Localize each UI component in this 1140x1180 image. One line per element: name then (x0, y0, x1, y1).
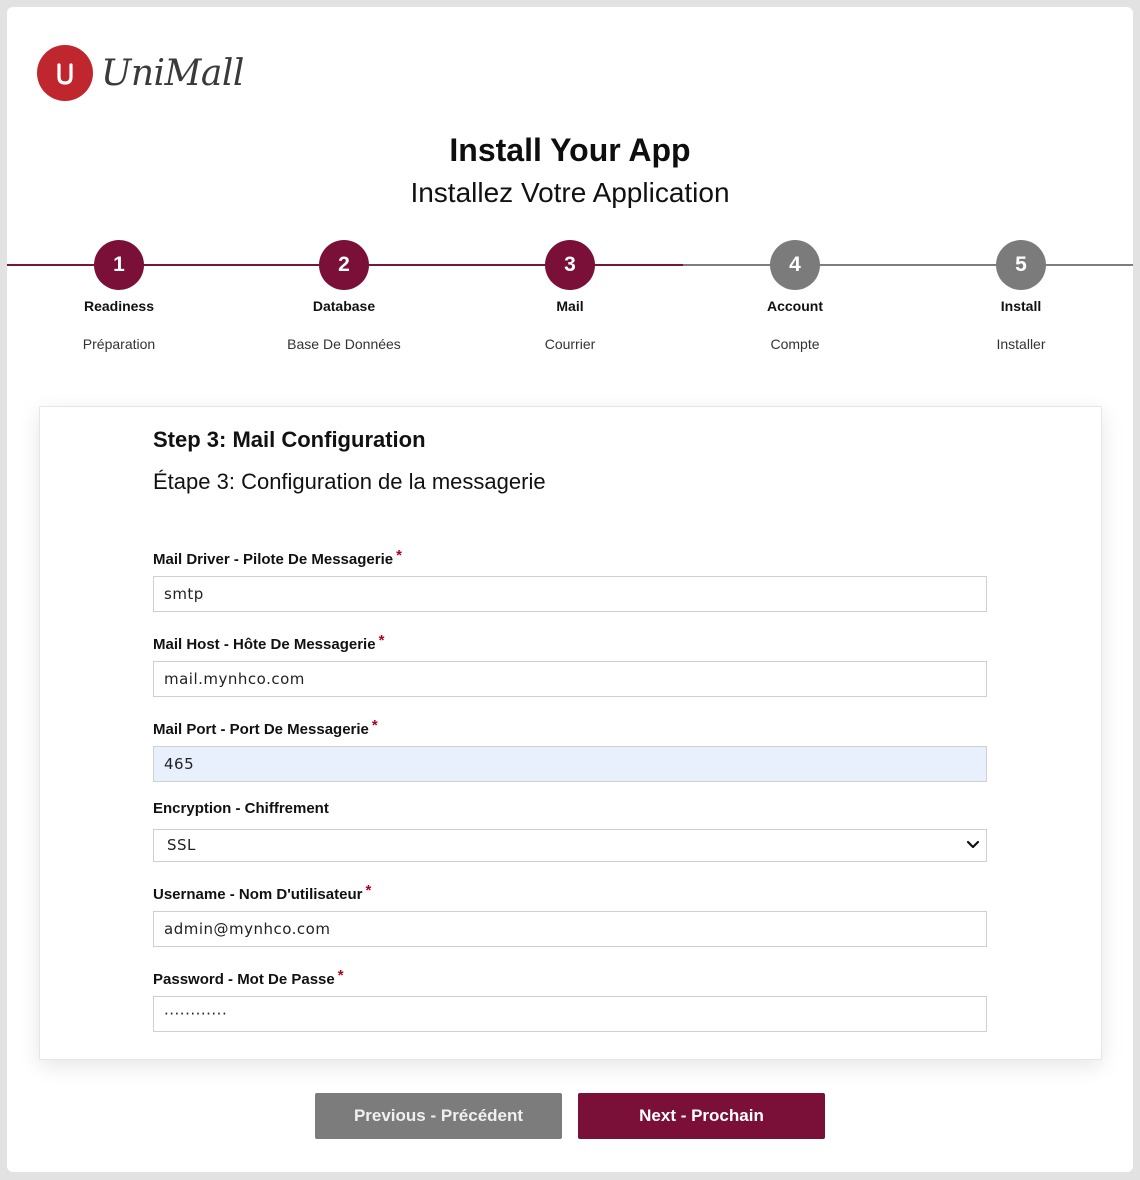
mail-host-field: Mail Host - Hôte De Messagerie * mail.myn… (153, 632, 987, 697)
encryption-selected-value: SSL (167, 836, 196, 854)
page-subtitle: Installez Votre Application (410, 177, 730, 208)
unimall-logo-icon (37, 45, 93, 101)
step-label: Account (767, 298, 823, 314)
required-marker: * (378, 632, 385, 649)
step-label: Mail (556, 298, 584, 314)
step-sublabel: Préparation (82, 336, 156, 352)
mail-port-input[interactable]: 465 (153, 746, 987, 782)
card-title: Step 3: Mail Configuration (153, 427, 426, 452)
step-readiness: 1 Readiness Préparation (29, 240, 209, 352)
step-database: 2 Database Base De Données (254, 240, 434, 352)
chevron-down-icon (966, 840, 980, 849)
field-label: Username - Nom D'utilisateur * (153, 882, 987, 903)
required-marker: * (396, 547, 402, 564)
step-sublabel: Courrier (544, 336, 596, 352)
step-install: 5 Install Installer (931, 240, 1111, 352)
username-field: Username - Nom D'utilisateur * admin@mynh… (153, 882, 987, 947)
page-title: Install Your App (449, 132, 691, 168)
mail-port-field: Mail Port - Port De Messagerie * 465 (153, 717, 987, 782)
step-number-badge: 3 (545, 240, 595, 290)
next-button[interactable]: Next - Prochain (578, 1093, 825, 1139)
step-account: 4 Account Compte (705, 240, 885, 352)
install-page: UniMall Install Your App Installez Votre… (7, 7, 1133, 1172)
required-marker: * (365, 882, 372, 899)
encryption-field: Encryption - Chiffrement SSL (153, 800, 987, 862)
previous-button[interactable]: Previous - Précédent (315, 1093, 562, 1139)
brand-name: UniMall (101, 52, 244, 94)
mail-port-label: Mail Port - Port De Messagerie (153, 721, 369, 738)
step-sublabel: Installer (996, 336, 1046, 352)
field-label: Mail Port - Port De Messagerie * (153, 717, 987, 738)
mail-config-card: Step 3: Mail Configuration Étape 3: Conf… (39, 406, 1102, 1060)
card-subtitle: Étape 3: Configuration de la messagerie (153, 469, 546, 494)
password-field: Password - Mot De Passe * ············ (153, 967, 987, 1032)
step-sublabel: Base De Données (287, 336, 401, 352)
password-input[interactable]: ············ (153, 996, 987, 1032)
step-label: Database (312, 298, 376, 314)
encryption-select[interactable]: SSL (153, 829, 987, 862)
username-input[interactable]: admin@mynhco.com (153, 911, 987, 947)
step-mail: 3 Mail Courrier (480, 240, 660, 352)
password-label: Password - Mot De Passe (153, 971, 335, 988)
field-label: Mail Host - Hôte De Messagerie * (153, 632, 987, 653)
step-number-badge: 2 (319, 240, 369, 290)
step-sublabel: Compte (770, 336, 820, 352)
brand-logo: UniMall (37, 45, 244, 101)
mail-driver-label: Mail Driver - Pilote De Messagerie (153, 551, 394, 568)
step-number-badge: 1 (94, 240, 144, 290)
required-marker: * (371, 717, 378, 734)
field-label: Mail Driver - Pilote De Messagerie * (153, 547, 987, 568)
username-label: Username - Nom D'utilisateur (153, 886, 363, 903)
step-label: Install (1000, 298, 1042, 314)
mail-host-label: Mail Host - Hôte De Messagerie (153, 636, 376, 653)
step-number-badge: 4 (770, 240, 820, 290)
encryption-label: Encryption - Chiffrement (153, 800, 329, 817)
required-marker: * (337, 967, 344, 984)
field-label: Password - Mot De Passe * (153, 967, 987, 988)
step-number-badge: 5 (996, 240, 1046, 290)
step-label: Readiness (83, 298, 155, 314)
mail-host-input[interactable]: mail.mynhco.com (153, 661, 987, 697)
mail-driver-input[interactable]: smtp (153, 576, 987, 612)
mail-driver-field: Mail Driver - Pilote De Messagerie * smtp (153, 547, 987, 612)
